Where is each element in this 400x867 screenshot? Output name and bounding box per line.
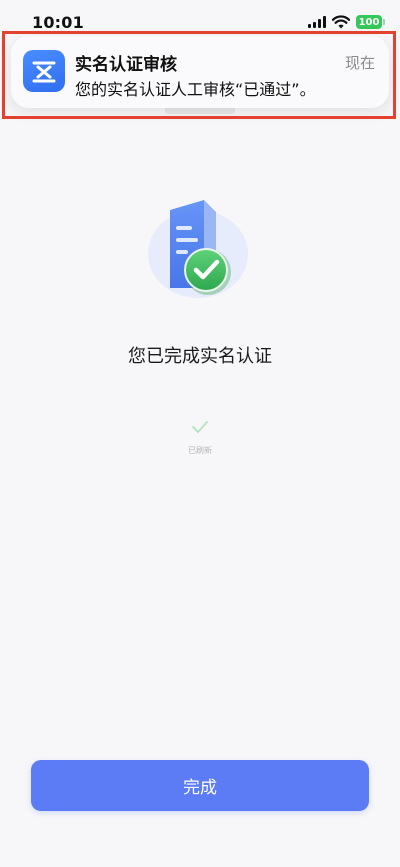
done-button[interactable]: 完成: [31, 760, 369, 811]
success-title: 您已完成实名认证: [128, 346, 272, 367]
refresh-indicator: 已刷新: [170, 416, 230, 458]
notification-highlight-box: [2, 31, 396, 119]
screen: 10:01 100 实名认证审核 您的实名认证人工审核“已通过”。 现在 您已完…: [0, 0, 400, 867]
verified-document-check-icon: [148, 200, 248, 298]
cellular-signal-icon: [308, 16, 326, 28]
battery-icon: 100: [356, 15, 385, 29]
refresh-label: 已刷新: [188, 446, 212, 455]
wifi-icon: [332, 15, 350, 29]
status-indicators: 100: [308, 15, 385, 29]
battery-level: 100: [358, 16, 380, 28]
status-time: 10:01: [32, 12, 84, 32]
checkmark-icon: [192, 421, 208, 433]
